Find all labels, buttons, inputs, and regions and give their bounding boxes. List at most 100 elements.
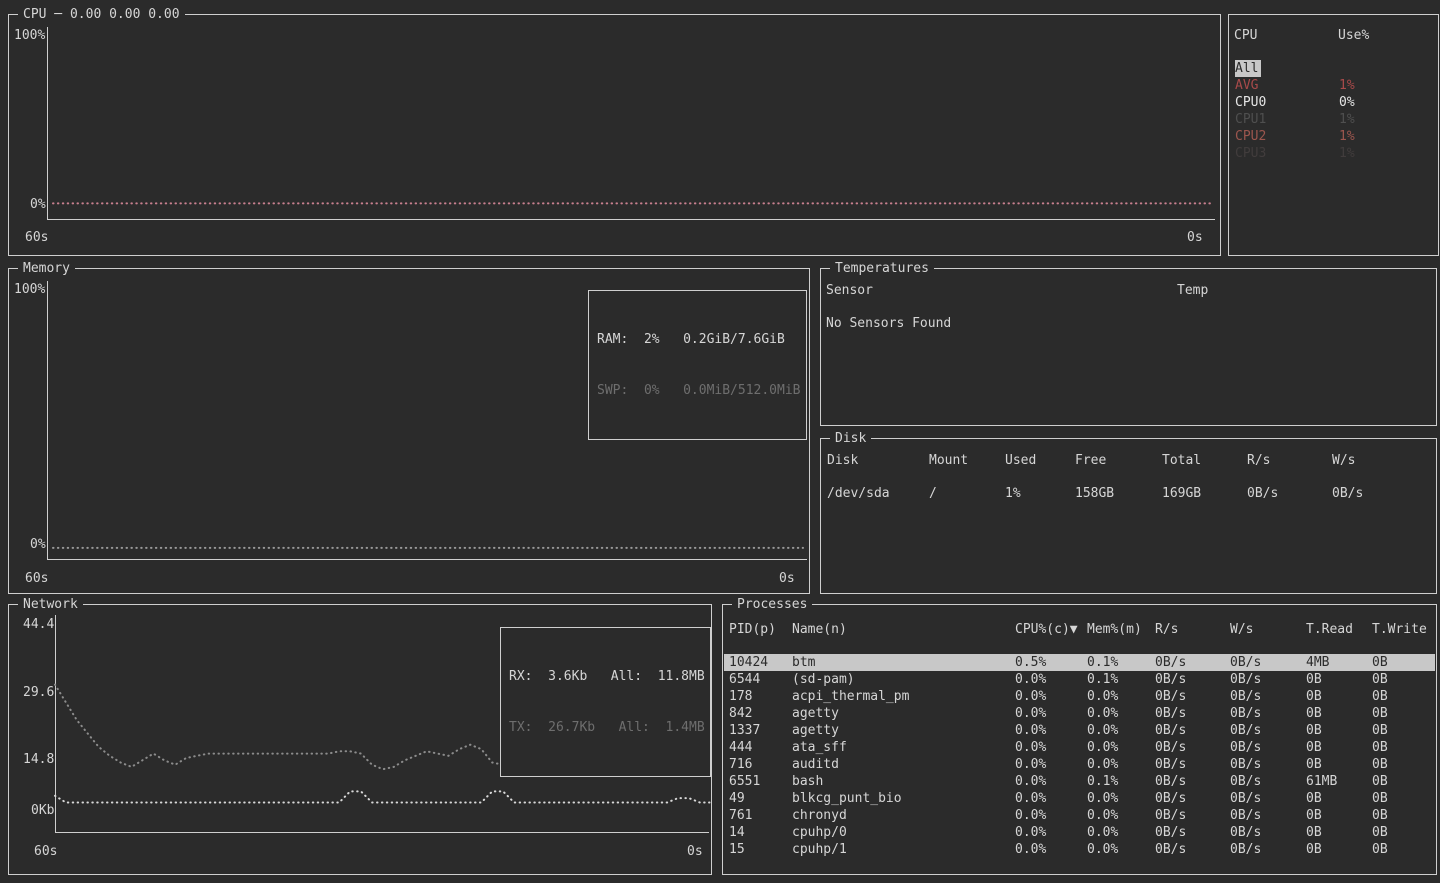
table-cell: 0B/s [1230, 841, 1261, 858]
table-cell[interactable]: Name(n) [792, 621, 847, 638]
table-cell: 0B/s [1155, 790, 1186, 807]
cpu-legend-row[interactable]: CPU31% [1230, 145, 1437, 162]
table-row[interactable]: 178acpi_thermal_pm0.0%0.0%0B/s0B/s0B0B [724, 688, 1435, 705]
table-cell: 0B [1372, 705, 1388, 722]
table-cell: 0.1% [1087, 773, 1118, 790]
network-graph-panel: Network 44.4 29.6 14.8 0Kb 60s 0s RX: 3.… [8, 604, 712, 875]
table-cell: / [929, 485, 937, 502]
network-legend-rx: RX: 3.6Kb All: 11.8MB [509, 668, 702, 685]
table-cell: 0B/s [1155, 841, 1186, 858]
cpu-legend-label: AVG [1235, 77, 1258, 94]
table-cell[interactable]: PID(p) [729, 621, 776, 638]
table-cell[interactable]: Free [1075, 452, 1106, 469]
table-row[interactable]: 444ata_sff0.0%0.0%0B/s0B/s0B0B [724, 739, 1435, 756]
memory-legend-ram: RAM: 2% 0.2GiB/7.6GiB [597, 331, 798, 348]
table-cell[interactable]: R/s [1155, 621, 1178, 638]
table-cell: 0.1% [1087, 654, 1118, 671]
table-cell: acpi_thermal_pm [792, 688, 909, 705]
table-cell[interactable]: Used [1005, 452, 1036, 469]
table-cell[interactable]: R/s [1247, 452, 1270, 469]
table-cell[interactable]: Mount [929, 452, 968, 469]
table-row[interactable]: 14cpuhp/00.0%0.0%0B/s0B/s0B0B [724, 824, 1435, 841]
table-cell: 0.0% [1015, 824, 1046, 841]
table-cell: 0.0% [1015, 773, 1046, 790]
table-row[interactable]: 10424btm0.5%0.1%0B/s0B/s4MB0B [724, 654, 1435, 671]
table-cell[interactable]: T.Write [1372, 621, 1427, 638]
table-row[interactable]: /dev/sda/1%158GB169GB0B/s0B/s [822, 485, 1435, 502]
temperatures-header-temp[interactable]: Temp [1177, 282, 1208, 299]
table-cell[interactable]: Disk [827, 452, 858, 469]
cpu-legend-header-use[interactable]: Use% [1338, 27, 1369, 44]
table-row[interactable]: 49blkcg_punt_bio0.0%0.0%0B/s0B/s0B0B [724, 790, 1435, 807]
table-row[interactable]: 6551bash0.0%0.1%0B/s0B/s61MB0B [724, 773, 1435, 790]
disk-panel-title: Disk [830, 430, 871, 447]
table-cell: 0B [1372, 807, 1388, 824]
table-cell: 0B/s [1155, 756, 1186, 773]
memory-legend-box: RAM: 2% 0.2GiB/7.6GiB SWP: 0% 0.0MiB/512… [588, 290, 807, 440]
cpu-legend-label: CPU1 [1235, 111, 1266, 128]
memory-graph-panel: Memory 100% 0% 60s 0s RAM: 2% 0.2GiB/7.6… [8, 268, 810, 594]
table-cell: 1% [1005, 485, 1021, 502]
table-cell: blkcg_punt_bio [792, 790, 902, 807]
table-cell: 0B [1372, 824, 1388, 841]
cpu-legend-value: 1% [1339, 128, 1355, 145]
table-cell: 0.5% [1015, 654, 1046, 671]
table-row[interactable]: 842agetty0.0%0.0%0B/s0B/s0B0B [724, 705, 1435, 722]
cpu-legend-row[interactable]: CPU21% [1230, 128, 1437, 145]
temperatures-panel-title: Temperatures [830, 260, 934, 277]
table-cell: 0B [1372, 756, 1388, 773]
table-row[interactable]: 15cpuhp/10.0%0.0%0B/s0B/s0B0B [724, 841, 1435, 858]
cpu-legend-header-cpu[interactable]: CPU [1234, 27, 1257, 44]
processes-panel-title: Processes [732, 596, 812, 613]
table-cell: 0.0% [1015, 688, 1046, 705]
table-cell: 0B/s [1230, 722, 1261, 739]
cpu-legend-row[interactable]: CPU11% [1230, 111, 1437, 128]
table-cell[interactable]: Total [1162, 452, 1201, 469]
cpu-legend-row[interactable]: CPU00% [1230, 94, 1437, 111]
table-row[interactable]: 716auditd0.0%0.0%0B/s0B/s0B0B [724, 756, 1435, 773]
table-cell: 0.0% [1087, 756, 1118, 773]
table-cell[interactable]: Mem%(m) [1087, 621, 1142, 638]
table-cell: 0.0% [1087, 790, 1118, 807]
table-cell: 0B/s [1230, 756, 1261, 773]
temperatures-header-sensor[interactable]: Sensor [826, 282, 873, 299]
table-row[interactable]: 1337agetty0.0%0.0%0B/s0B/s0B0B [724, 722, 1435, 739]
table-cell: 0B [1306, 824, 1322, 841]
table-cell: 0.0% [1087, 824, 1118, 841]
table-cell[interactable]: W/s [1230, 621, 1253, 638]
table-cell: bash [792, 773, 823, 790]
table-cell: /dev/sda [827, 485, 890, 502]
table-row[interactable]: 6544(sd-pam)0.0%0.1%0B/s0B/s0B0B [724, 671, 1435, 688]
table-cell: ata_sff [792, 739, 847, 756]
cpu-legend-panel: CPU Use% AllAVG1%CPU00%CPU11%CPU21%CPU31… [1228, 14, 1439, 256]
table-cell: 0.0% [1015, 671, 1046, 688]
table-cell[interactable]: CPU%(c)▼ [1015, 621, 1078, 638]
table-cell: 0.1% [1087, 671, 1118, 688]
table-cell: 0B [1306, 841, 1322, 858]
cpu-legend-row[interactable]: All [1230, 60, 1437, 77]
table-cell: 0B [1306, 722, 1322, 739]
memory-x-axis-left-label: 60s [25, 570, 48, 587]
cpu-legend-value: 1% [1339, 77, 1355, 94]
table-row[interactable]: 761chronyd0.0%0.0%0B/s0B/s0B0B [724, 807, 1435, 824]
memory-legend-swp: SWP: 0% 0.0MiB/512.0MiB [597, 382, 798, 399]
table-cell: 0.0% [1087, 705, 1118, 722]
table-cell: 0B/s [1155, 654, 1186, 671]
table-cell[interactable]: W/s [1332, 452, 1355, 469]
table-cell: 444 [729, 739, 752, 756]
cpu-graph-panel: CPU ─ 0.00 0.00 0.00 100% 0% 60s 0s [8, 14, 1221, 256]
table-cell[interactable]: T.Read [1306, 621, 1353, 638]
table-cell: 0.0% [1015, 756, 1046, 773]
table-cell: 0.0% [1087, 722, 1118, 739]
table-cell: 761 [729, 807, 752, 824]
table-cell: 0.0% [1015, 722, 1046, 739]
table-cell: 0B/s [1155, 671, 1186, 688]
table-cell: 10424 [729, 654, 768, 671]
table-cell: 0B [1372, 671, 1388, 688]
table-cell: 15 [729, 841, 745, 858]
cpu-legend-row[interactable]: AVG 1% [1230, 77, 1437, 94]
cpu-legend-list: AllAVG1%CPU00%CPU11%CPU21%CPU31% [1230, 60, 1437, 162]
cpu-legend-value: 1% [1339, 145, 1355, 162]
table-cell: 49 [729, 790, 745, 807]
table-cell: 0B [1372, 654, 1388, 671]
